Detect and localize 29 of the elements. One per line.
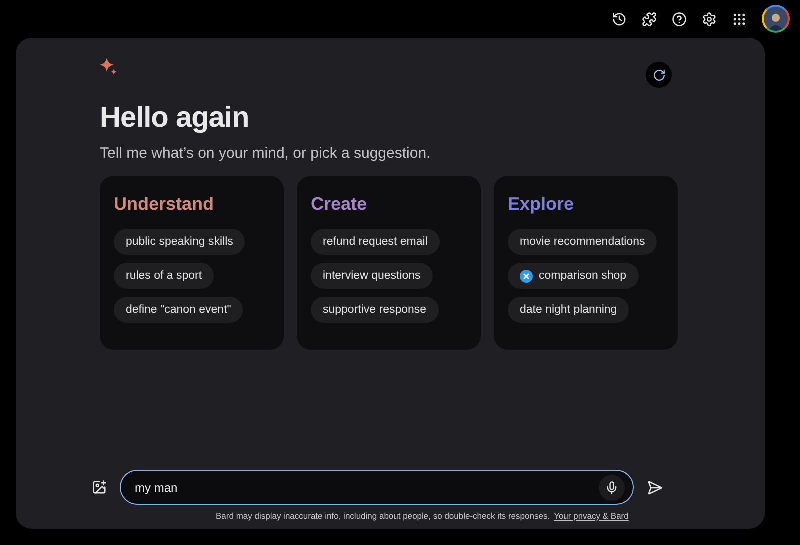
card-title: Create: [311, 194, 368, 215]
suggestion-chip[interactable]: movie recommendations: [508, 229, 658, 255]
avatar[interactable]: [762, 5, 790, 33]
greeting-subtitle: Tell me what’s on your mind, or pick a suggestion.: [100, 145, 432, 162]
send-icon[interactable]: [646, 478, 664, 496]
puzzle-icon[interactable]: [640, 10, 658, 28]
suggestion-chip[interactable]: rules of a sport: [114, 263, 214, 289]
suggestion-chip[interactable]: define "canon event": [114, 297, 244, 323]
prompt-field[interactable]: my man: [120, 470, 634, 505]
help-icon[interactable]: [670, 10, 688, 28]
suggestion-chip[interactable]: comparison shop: [508, 263, 639, 289]
disclaimer-text: Bard may display inaccurate info, including about people, so double-check its responses.: [216, 511, 550, 521]
settings-icon[interactable]: [700, 10, 718, 28]
card-title: Understand: [114, 194, 214, 215]
suggestion-chip[interactable]: public speaking skills: [114, 229, 246, 255]
refresh-button[interactable]: [646, 62, 672, 88]
suggestion-chip[interactable]: supportive response: [311, 297, 439, 323]
suggestion-chip[interactable]: date night planning: [508, 297, 630, 323]
microphone-icon: [605, 480, 619, 494]
refresh-icon: [652, 68, 666, 82]
suggestion-chip[interactable]: refund request email: [311, 229, 440, 255]
extension-icon: [520, 270, 533, 282]
suggestion-chip[interactable]: interview questions: [311, 263, 433, 289]
greeting-title: Hello again: [100, 102, 250, 135]
card-title: Explore: [508, 194, 574, 215]
microphone-button[interactable]: [599, 474, 625, 500]
privacy-link[interactable]: Your privacy & Bard: [554, 511, 629, 521]
prompt-input[interactable]: my man: [133, 480, 599, 496]
sparkle-icon: [100, 58, 118, 76]
